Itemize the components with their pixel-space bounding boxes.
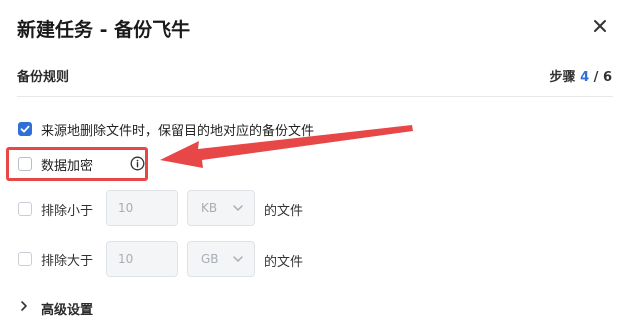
keep-backup-label: 来源地删除文件时，保留目的地对应的备份文件 [41,124,315,139]
exclude-larger-unit-value: GB [201,252,219,266]
annotation-highlight-box [6,147,148,181]
chevron-down-icon [233,256,243,262]
step-indicator: 步骤 4 / 6 [550,66,612,85]
exclude-larger-size-input[interactable]: 10 [106,241,178,277]
exclude-smaller-checkbox[interactable] [18,202,32,216]
advanced-settings-toggle[interactable]: 高级设置 [41,299,93,318]
step-separator: / [593,70,603,85]
exclude-larger-checkbox[interactable] [18,252,32,266]
exclude-smaller-label: 排除小于 [41,204,94,219]
chevron-right-icon[interactable] [19,300,29,312]
step-current: 4 [580,70,590,85]
close-button[interactable] [588,14,612,38]
step-total: 6 [602,70,612,85]
divider [17,96,613,97]
chevron-down-icon [233,205,243,211]
exclude-larger-label: 排除大于 [41,254,94,269]
close-icon [594,20,606,32]
check-icon [20,125,30,133]
dialog-title: 新建任务 - 备份飞牛 [17,19,191,41]
section-title: 备份规则 [17,70,70,85]
exclude-smaller-unit-select[interactable]: KB [187,190,255,226]
keep-backup-checkbox[interactable] [18,122,32,136]
exclude-smaller-suffix: 的文件 [264,204,304,219]
step-prefix: 步骤 [549,70,576,85]
exclude-larger-unit-select[interactable]: GB [187,241,255,277]
exclude-larger-suffix: 的文件 [264,255,304,270]
exclude-smaller-unit-value: KB [201,201,218,215]
exclude-smaller-size-input[interactable]: 10 [106,190,178,226]
